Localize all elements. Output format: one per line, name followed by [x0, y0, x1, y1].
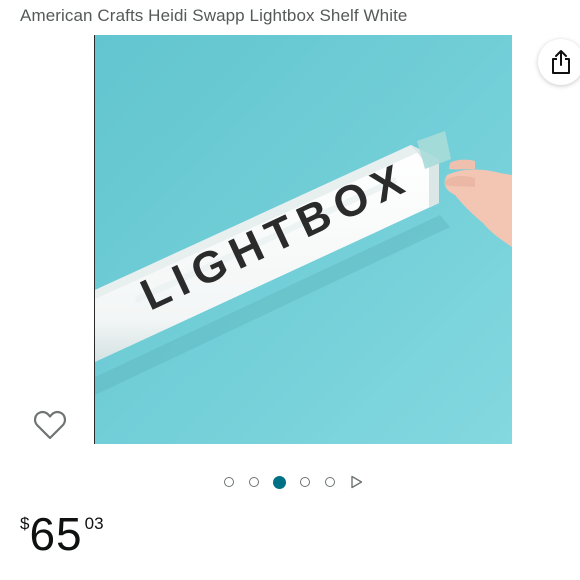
product-title: American Crafts Heidi Swapp Lightbox She… [20, 6, 408, 25]
video-play-icon[interactable] [350, 475, 364, 489]
price-fraction: 03 [84, 514, 104, 533]
play-icon [351, 475, 363, 489]
heart-outline-icon [33, 410, 67, 440]
carousel-dot-5[interactable] [325, 477, 335, 487]
product-photo: LIGHTBOX [95, 35, 512, 444]
carousel-dot-4[interactable] [300, 477, 310, 487]
product-image[interactable]: LIGHTBOX [94, 35, 512, 444]
share-button[interactable] [538, 39, 580, 85]
product-detail-page: American Crafts Heidi Swapp Lightbox She… [0, 0, 580, 580]
image-carousel-indicator [224, 474, 364, 490]
share-icon [552, 50, 570, 74]
price-currency-symbol: $ [20, 514, 30, 533]
carousel-dot-1[interactable] [224, 477, 234, 487]
wishlist-button[interactable] [30, 405, 70, 445]
carousel-dot-2[interactable] [249, 477, 259, 487]
price-whole: 65 [29, 508, 83, 560]
carousel-dot-3-active[interactable] [273, 475, 286, 489]
product-price: $ 65 03 [20, 507, 104, 561]
